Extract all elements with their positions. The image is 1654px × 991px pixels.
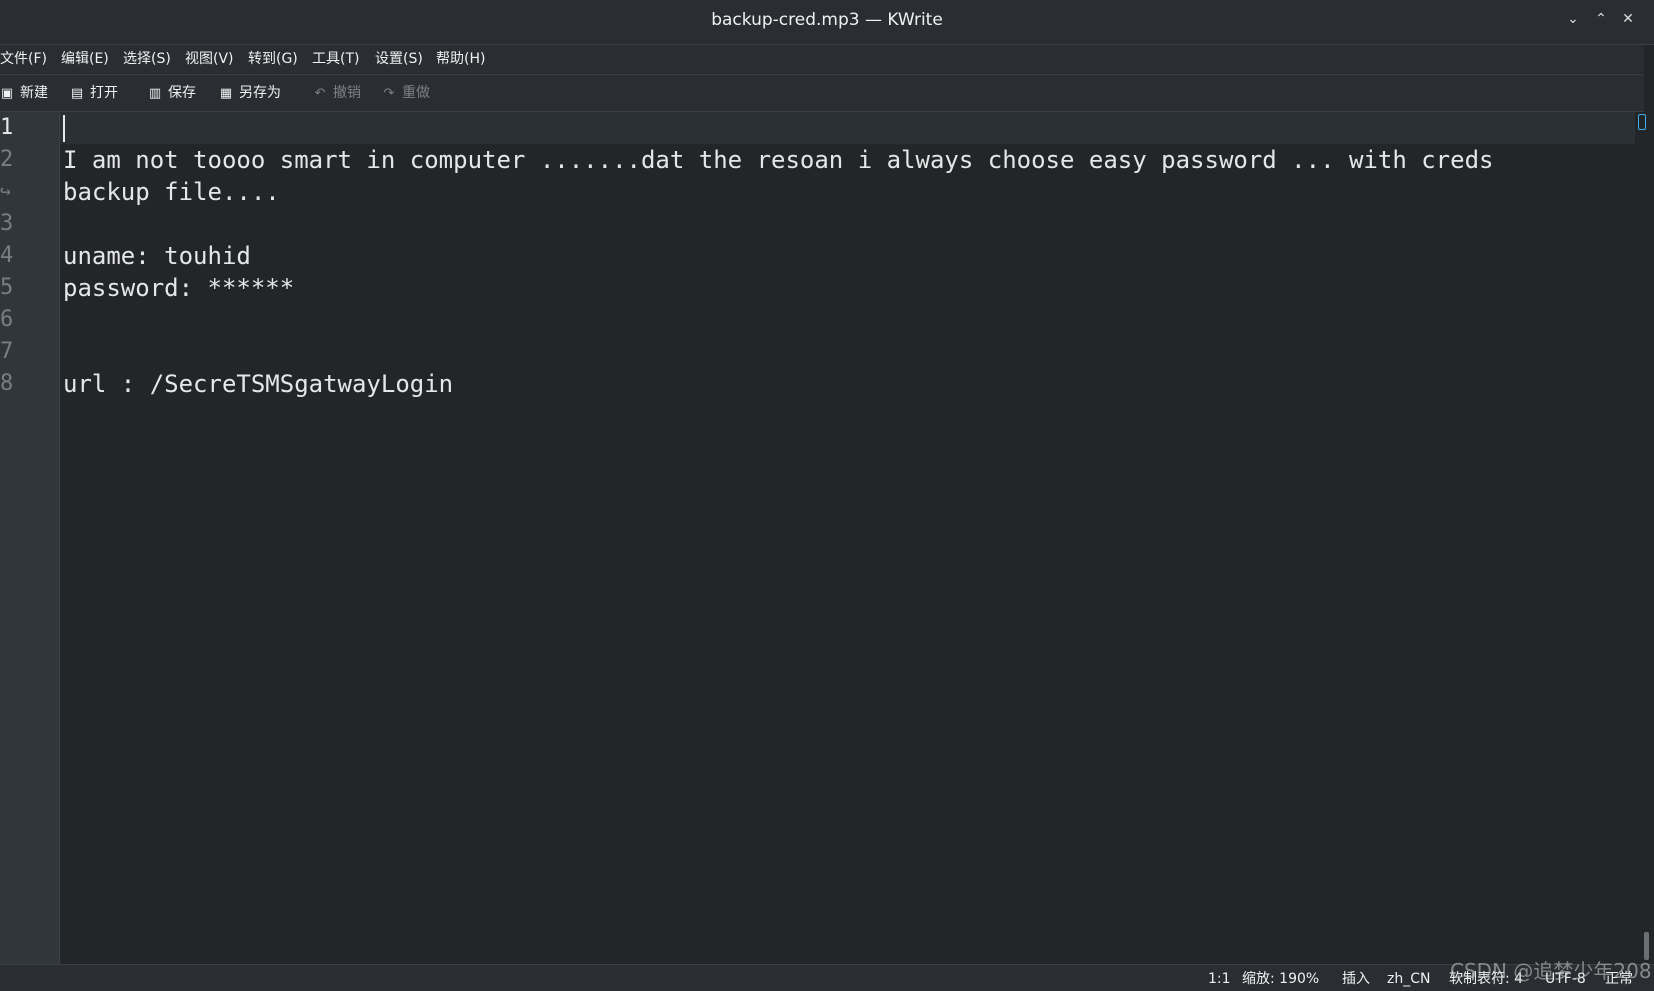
undo-button[interactable]: ↶ 撤销 <box>313 82 361 104</box>
cursor-position[interactable]: 1:1 <box>1208 969 1231 989</box>
toolbar: ▣ 新建 ▤ 打开 ▥ 保存 ▦ 另存为 ↶ 撤销 ↷ 重做 <box>0 74 1644 112</box>
menu-bar: 文件(F) 编辑(E) 选择(S) 视图(V) 转到(G) 工具(T) 设置(S… <box>0 45 1644 73</box>
save-as-button-label: 另存为 <box>239 85 281 101</box>
undo-icon: ↶ <box>314 86 326 101</box>
save-as-button[interactable]: ▦ 另存为 <box>219 82 281 104</box>
text-editor-area[interactable]: I am not toooo smart in computer .......… <box>60 112 1635 964</box>
save-button[interactable]: ▥ 保存 <box>148 82 196 104</box>
chevron-up-icon: ⌃ <box>1595 11 1607 27</box>
redo-button[interactable]: ↷ 重做 <box>382 82 430 104</box>
menu-help[interactable]: 帮助(H) <box>436 49 485 69</box>
zoom-level[interactable]: 缩放: 190% <box>1242 969 1319 989</box>
close-button[interactable]: ✕ <box>1617 8 1639 30</box>
new-button[interactable]: ▣ 新建 <box>0 82 48 104</box>
line-number-gutter[interactable]: 1 2 ↪ 3 4 5 6 7 8 <box>0 112 60 964</box>
watermark: CSDN @追梦少年208 <box>1450 959 1652 983</box>
close-icon: ✕ <box>1622 11 1634 27</box>
line-number: 6 <box>0 307 14 332</box>
scroll-position-marker <box>1638 114 1646 130</box>
menu-view[interactable]: 视图(V) <box>185 49 234 69</box>
chevron-down-icon: ⌄ <box>1567 11 1579 27</box>
maximize-button[interactable]: ⌃ <box>1590 8 1612 30</box>
line-number: 5 <box>0 275 14 300</box>
status-bar: 1:1 缩放: 190% 插入 zh_CN 软制表符: 4 UTF-8 正常 <box>0 964 1654 991</box>
menu-goto[interactable]: 转到(G) <box>248 49 298 69</box>
menu-select[interactable]: 选择(S) <box>123 49 171 69</box>
new-button-label: 新建 <box>20 85 48 101</box>
redo-button-label: 重做 <box>402 85 430 101</box>
save-icon: ▥ <box>148 86 162 101</box>
menu-settings[interactable]: 设置(S) <box>375 49 423 69</box>
vertical-scrollbar[interactable] <box>1636 112 1654 964</box>
line-number: 3 <box>0 211 14 236</box>
open-document-icon: ▤ <box>70 86 84 101</box>
save-as-icon: ▦ <box>219 86 233 101</box>
window-title: backup-cred.mp3 — KWrite <box>711 10 943 30</box>
undo-button-label: 撤销 <box>333 85 361 101</box>
line-number: 1 <box>0 115 14 140</box>
line-number: 8 <box>0 371 14 396</box>
input-mode[interactable]: 插入 <box>1342 969 1370 989</box>
menu-tools[interactable]: 工具(T) <box>312 49 359 69</box>
open-button-label: 打开 <box>90 85 118 101</box>
save-button-label: 保存 <box>168 85 196 101</box>
new-document-icon: ▣ <box>0 86 14 101</box>
line-number: 2 <box>0 147 14 172</box>
text-cursor <box>63 115 65 142</box>
code-line: uname: touhid <box>63 242 251 270</box>
dictionary-language[interactable]: zh_CN <box>1387 969 1430 989</box>
line-number: 7 <box>0 339 14 364</box>
wrap-indicator-icon: ↪ <box>0 181 11 202</box>
code-line: password: ****** <box>63 274 295 302</box>
code-line: backup file.... <box>63 178 280 206</box>
minimize-button[interactable]: ⌄ <box>1562 8 1584 30</box>
line-number: 4 <box>0 243 14 268</box>
open-button[interactable]: ▤ 打开 <box>70 82 118 104</box>
redo-icon: ↷ <box>383 86 395 101</box>
current-line-highlight <box>60 112 1635 144</box>
title-bar: backup-cred.mp3 — KWrite ⌄ ⌃ ✕ <box>0 0 1654 45</box>
code-line: I am not toooo smart in computer .......… <box>63 146 1494 174</box>
code-line: url : /SecreTSMSgatwayLogin <box>63 370 454 398</box>
menu-file[interactable]: 文件(F) <box>0 49 47 69</box>
menu-edit[interactable]: 编辑(E) <box>61 49 109 69</box>
